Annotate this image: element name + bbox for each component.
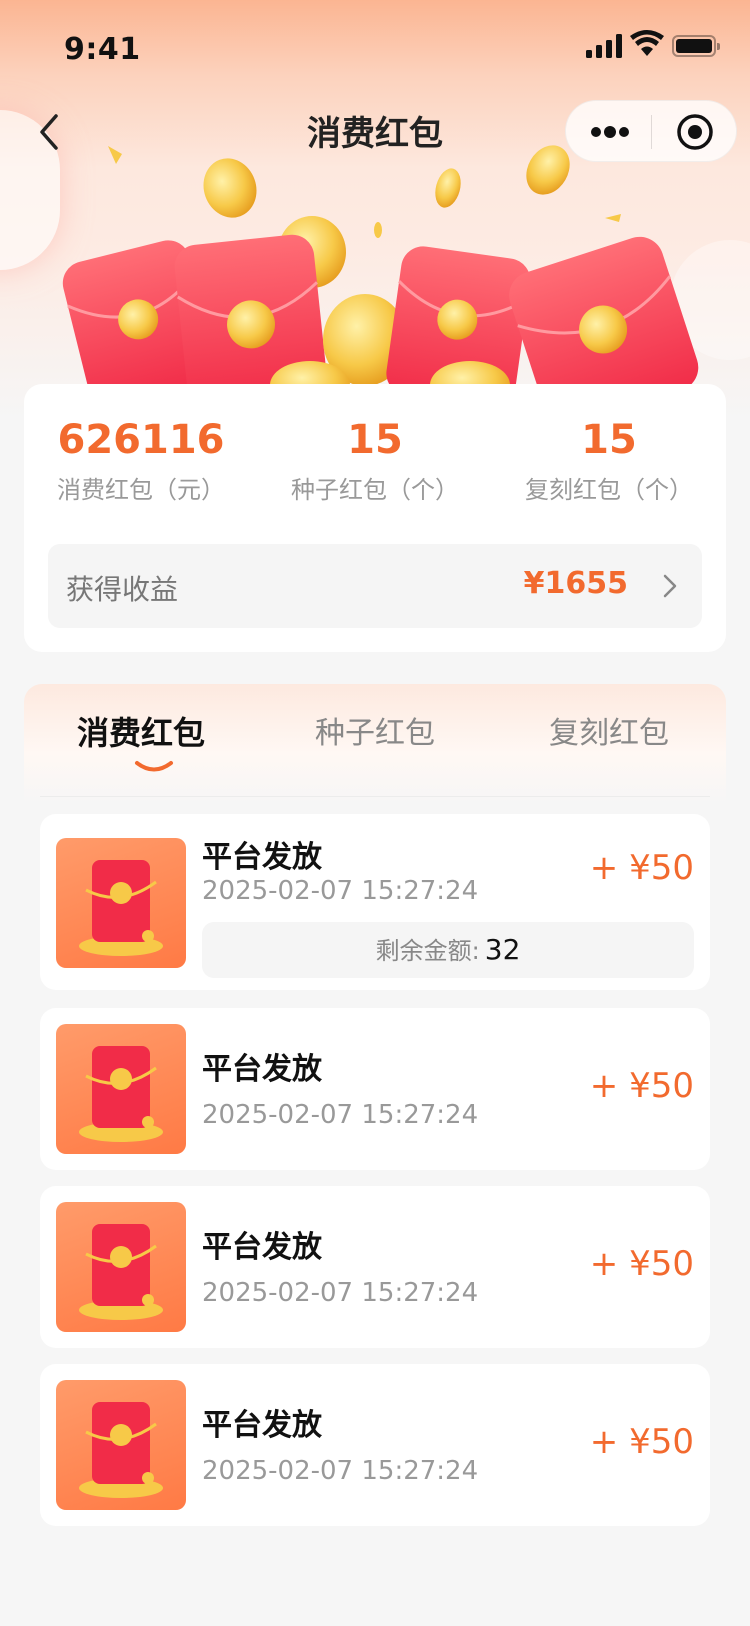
status-time: 9:41 [64,32,141,67]
record-amount: + ¥50 [589,1422,694,1462]
red-envelope-thumbnail [56,1024,186,1154]
record-time: 2025-02-07 15:27:24 [202,1456,479,1486]
red-envelope-icon [79,1046,163,1142]
tabs-divider [40,796,710,797]
stat-value: 15 [581,417,637,463]
remaining-value: 32 [484,933,521,966]
record-time: 2025-02-07 15:27:24 [202,876,479,906]
stat-value: 626116 [57,417,225,463]
earnings-amount: ¥1655 [523,566,628,601]
record-time: 2025-02-07 15:27:24 [202,1278,479,1308]
more-icon[interactable] [588,121,632,143]
record-title: 平台发放 [202,1230,322,1265]
stat-value: 15 [347,417,403,463]
tab-seed[interactable]: 种子红包 [258,708,492,752]
stat-consume: 626116 消费红包（元） [24,416,258,506]
record-title: 平台发放 [202,1052,322,1087]
back-arrow-icon[interactable] [30,108,70,156]
earnings-row[interactable]: 获得收益 ¥1655 [48,544,702,628]
capsule-divider [651,115,652,149]
record-amount: + ¥50 [589,848,694,888]
record-title: 平台发放 [202,840,322,875]
red-envelope-thumbnail [56,838,186,968]
record-time: 2025-02-07 15:27:24 [202,1100,479,1130]
chevron-right-icon [663,574,677,598]
record-amount: + ¥50 [589,1244,694,1284]
red-envelope-icon [79,1402,163,1498]
wifi-icon [630,30,664,56]
earnings-label: 获得收益 [66,573,179,606]
summary-card: 626116 消费红包（元） 15 种子红包（个） 15 复刻红包（个） 获得收… [24,384,726,652]
remaining-label: 剩余金额: [375,937,480,965]
record-card[interactable]: 平台发放 2025-02-07 15:27:24 + ¥50 [40,1008,710,1170]
record-card[interactable]: 平台发放 2025-02-07 15:27:24 + ¥50 [40,1364,710,1526]
cellular-signal-icon [586,34,622,58]
red-envelope-thumbnail [56,1380,186,1510]
stat-label: 种子红包（个） [291,476,459,504]
record-card[interactable]: 平台发放 2025-02-07 15:27:24 + ¥50 [40,1186,710,1348]
red-envelopes-illustration [62,145,699,390]
record-amount: + ¥50 [589,1066,694,1106]
remaining-balance: 剩余金额: 32 [202,922,694,978]
tab-bar: 消费红包 种子红包 复刻红包 [24,684,726,796]
record-card[interactable]: 平台发放 2025-02-07 15:27:24 + ¥50 剩余金额: 32 [40,814,710,990]
close-target-icon[interactable] [676,113,714,151]
red-envelope-icon [79,1224,163,1320]
red-envelope-icon [79,860,163,956]
active-tab-indicator [135,761,173,772]
stat-label: 消费红包（元） [57,476,225,504]
battery-icon [672,35,720,57]
stat-label: 复刻红包（个） [525,476,693,504]
status-bar: 9:41 [0,0,750,92]
tab-replica[interactable]: 复刻红包 [492,708,726,752]
red-envelope-thumbnail [56,1202,186,1332]
record-title: 平台发放 [202,1408,322,1443]
stat-seed: 15 种子红包（个） [258,416,492,506]
mini-program-capsule [565,100,737,162]
stat-replica: 15 复刻红包（个） [492,416,726,506]
tab-consume[interactable]: 消费红包 [24,708,258,754]
